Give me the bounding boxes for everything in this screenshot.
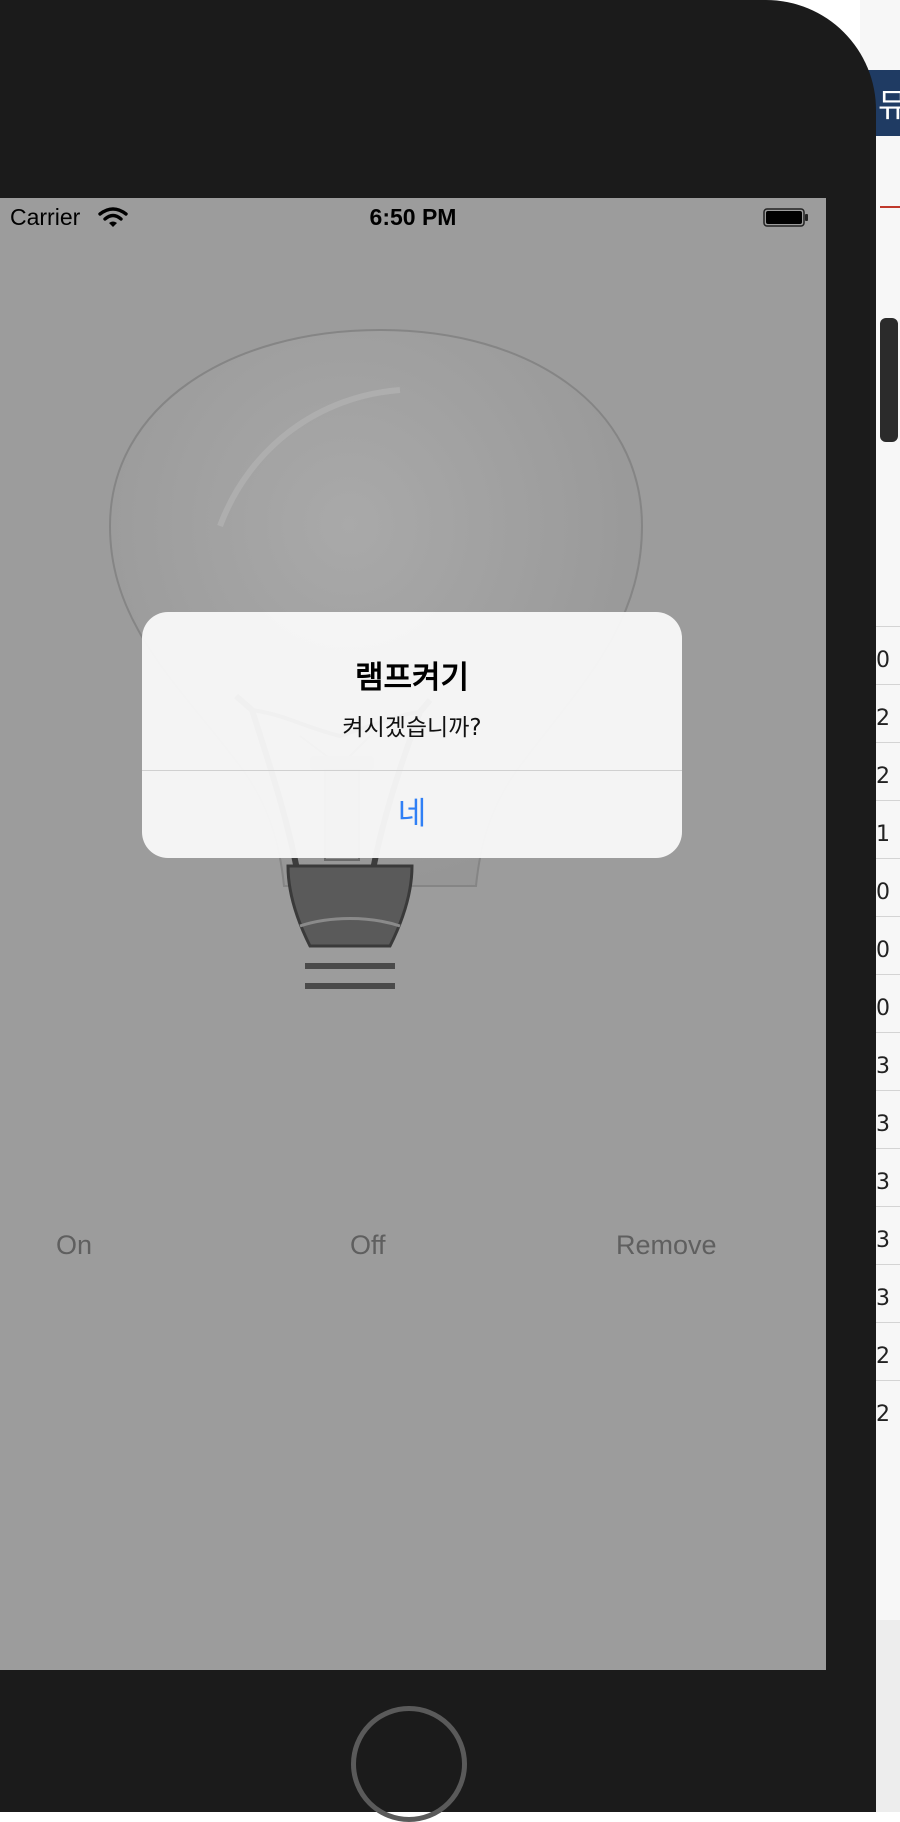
off-button[interactable]: Off bbox=[350, 1230, 386, 1261]
device-frame: Carrier 6:50 PM On Off Remove bbox=[0, 0, 876, 1822]
home-button[interactable] bbox=[351, 1706, 467, 1822]
simulator-screen: Carrier 6:50 PM On Off Remove bbox=[0, 198, 826, 1670]
alert-message: 켜시겠습니까? bbox=[342, 715, 482, 741]
alert-dialog: 램프켜기 켜시겠습니까? 네 bbox=[142, 612, 682, 858]
background-scrollbar bbox=[880, 318, 898, 442]
background-window-title: 뮤 bbox=[878, 86, 900, 124]
battery-icon bbox=[763, 208, 808, 227]
on-button[interactable]: On bbox=[56, 1230, 92, 1261]
lamp-controls: On Off Remove bbox=[0, 1230, 826, 1270]
alert-title: 램프켜기 bbox=[354, 660, 470, 696]
background-divider bbox=[880, 206, 900, 208]
status-bar: Carrier 6:50 PM bbox=[0, 198, 826, 238]
alert-confirm-button[interactable]: 네 bbox=[142, 771, 682, 858]
remove-button[interactable]: Remove bbox=[616, 1230, 717, 1261]
status-time: 6:50 PM bbox=[369, 204, 457, 230]
